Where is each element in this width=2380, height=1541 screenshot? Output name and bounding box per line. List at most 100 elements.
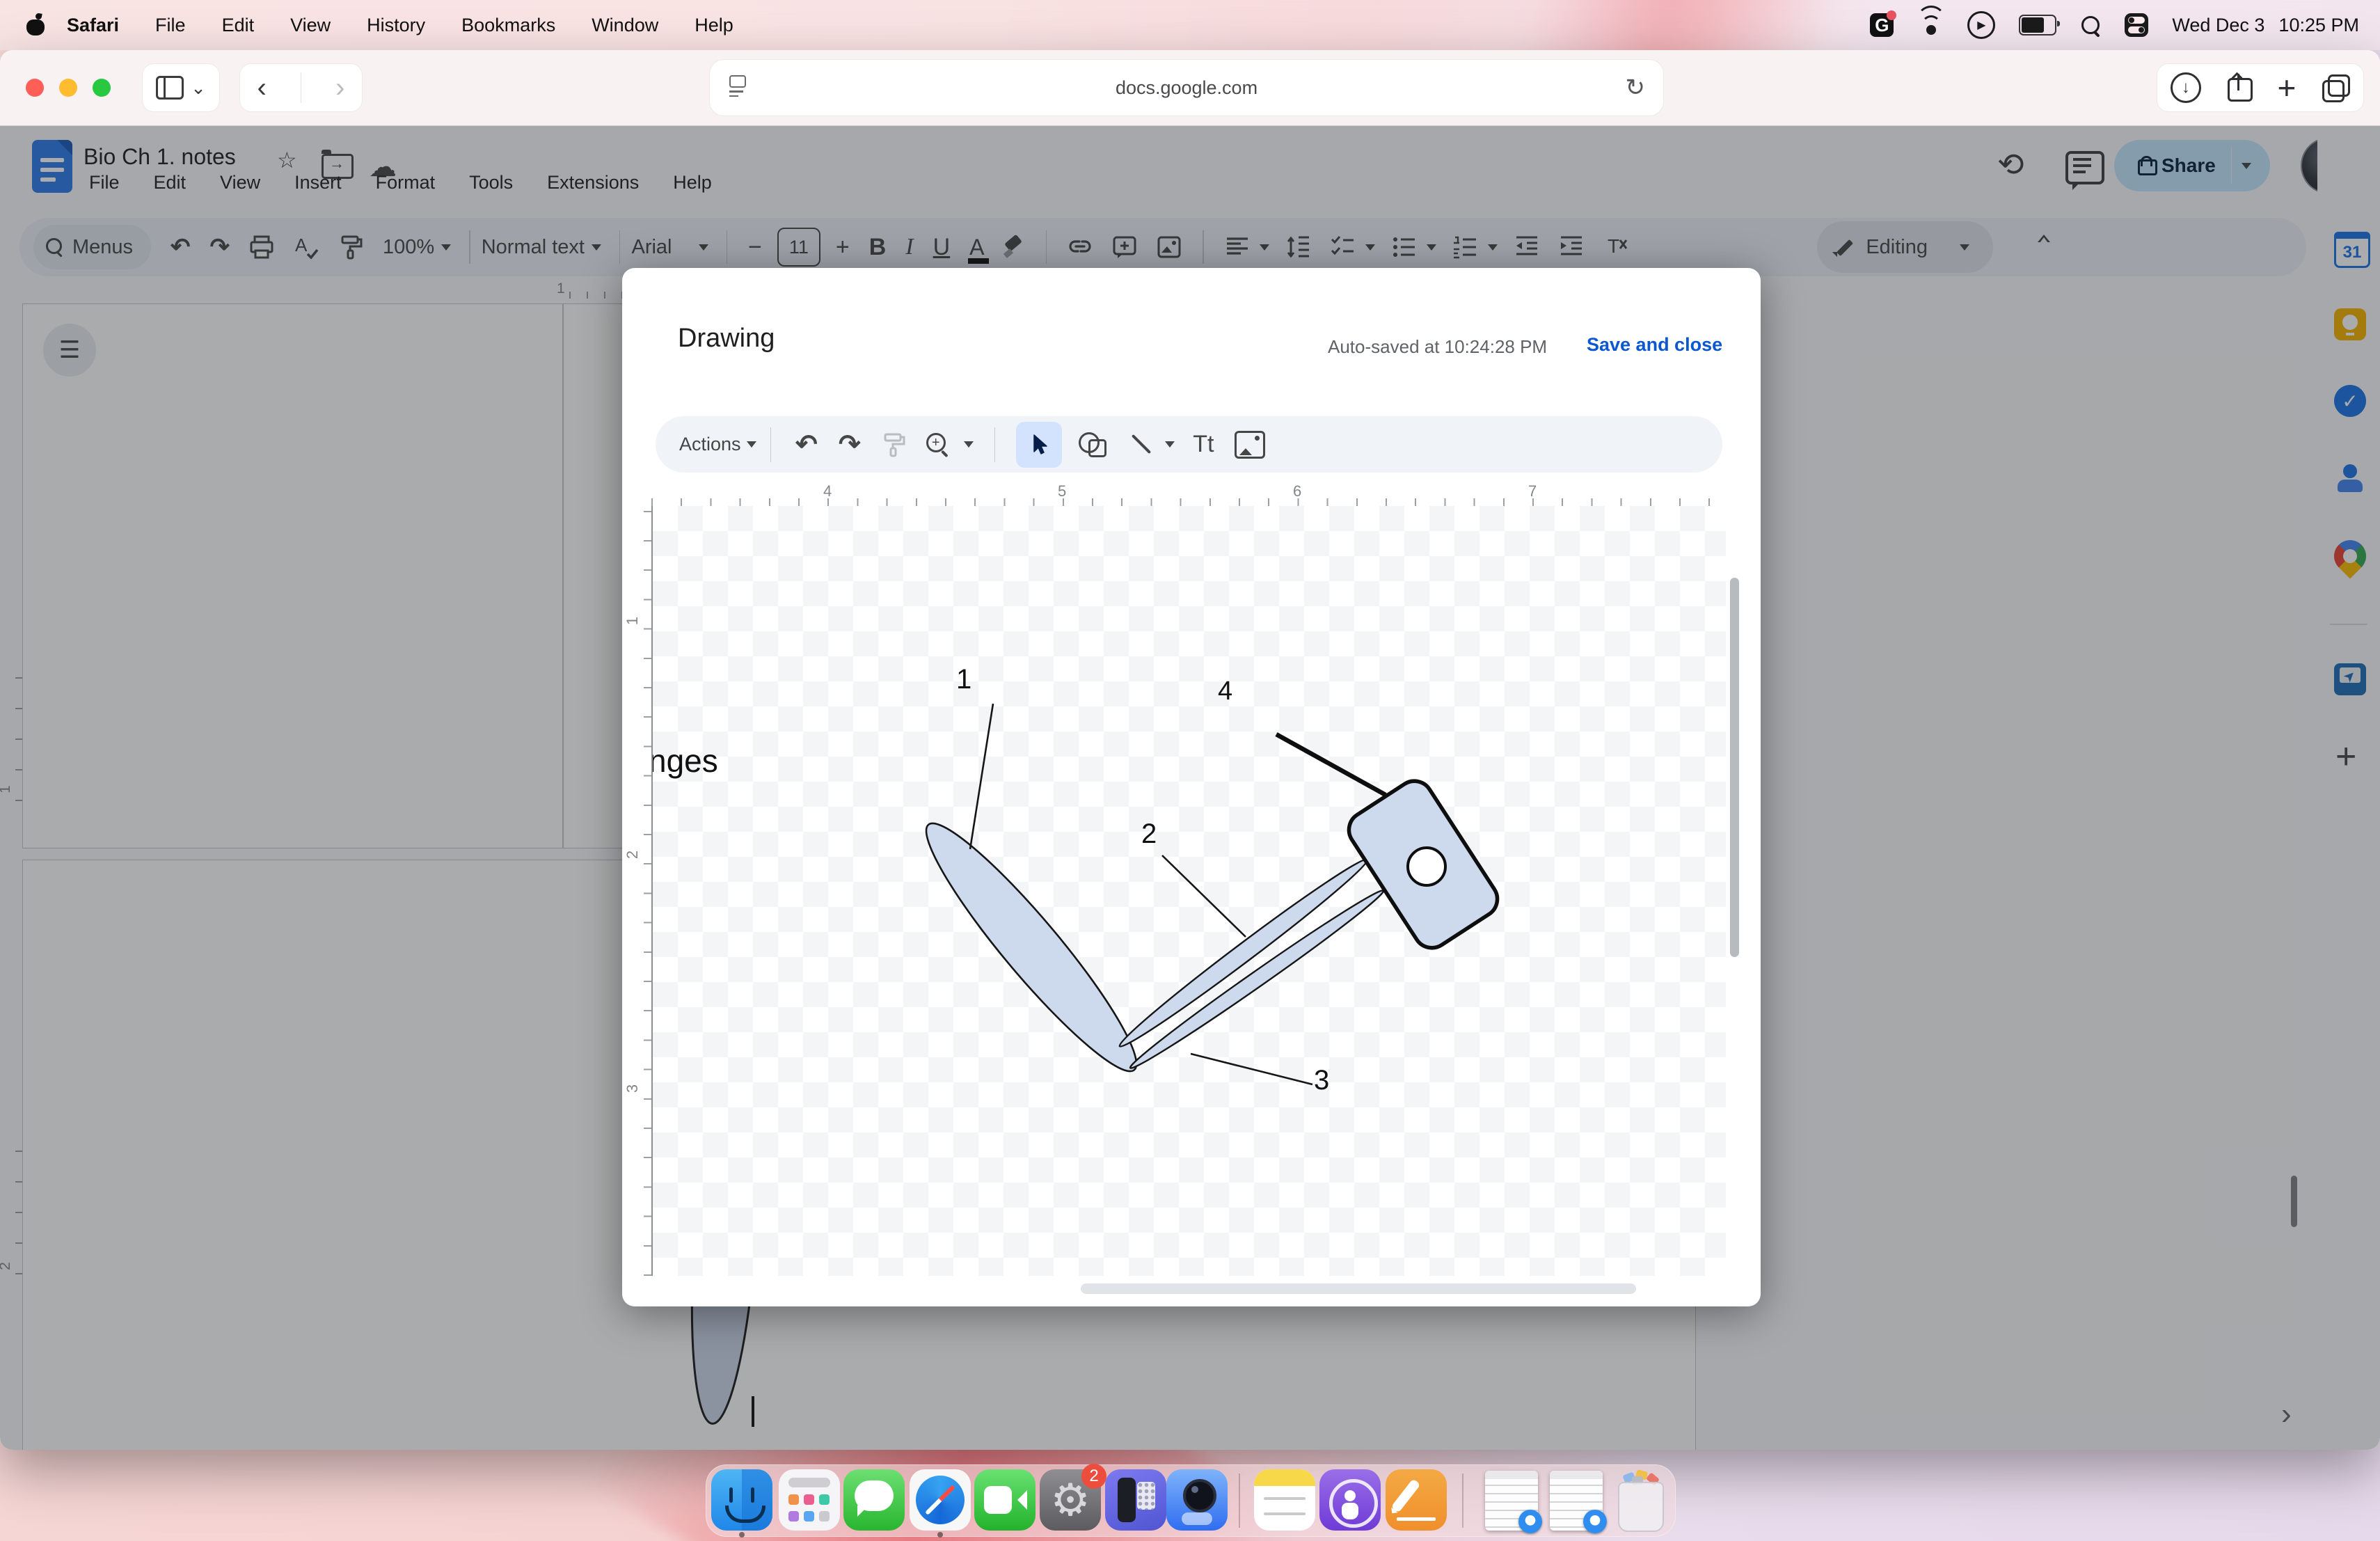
new-tab-icon[interactable]: + [2277, 69, 2296, 106]
menubar-edit[interactable]: Edit [222, 15, 255, 36]
actions-menu[interactable]: Actions [679, 434, 756, 455]
star-icon[interactable]: ☆ [277, 147, 297, 173]
print-icon[interactable] [248, 233, 276, 261]
line-caret-icon[interactable] [1165, 441, 1175, 448]
clipped-text-element[interactable]: nges [653, 743, 718, 779]
reader-icon[interactable] [729, 75, 747, 99]
apple-icon[interactable] [26, 15, 45, 35]
zoom-caret-icon[interactable] [441, 244, 451, 251]
zoom-select[interactable]: 100% [383, 236, 434, 259]
menubar-app-name[interactable]: Safari [67, 15, 119, 36]
editing-mode-select[interactable]: Editing [1817, 221, 1993, 273]
zoom-caret-icon[interactable] [964, 441, 974, 448]
menubar-file[interactable]: File [155, 15, 186, 36]
collapse-toolbar-icon[interactable] [2038, 235, 2050, 242]
leader-line-3[interactable] [1191, 1054, 1312, 1084]
undo-icon[interactable]: ↶ [795, 432, 818, 458]
highlight-button[interactable] [1004, 237, 1025, 258]
photo-booth-dock-icon[interactable] [1166, 1469, 1228, 1531]
spellcheck-icon[interactable]: A [292, 233, 320, 261]
share-page-icon[interactable] [2228, 74, 2251, 102]
docs-menu-format[interactable]: Format [376, 172, 436, 193]
font-size-decrease[interactable]: − [748, 235, 762, 259]
finder-dock-icon[interactable] [711, 1469, 772, 1531]
text-tool-button[interactable]: Tt [1193, 431, 1214, 458]
pages-dock-icon[interactable] [1386, 1469, 1447, 1531]
redo-icon[interactable]: ↷ [210, 235, 230, 259]
style-caret-icon[interactable] [592, 244, 601, 251]
paint-format-icon[interactable] [337, 233, 365, 261]
docs-logo-icon[interactable] [32, 140, 72, 193]
line-tool-icon[interactable] [1127, 432, 1154, 458]
zoom-tool-icon[interactable]: + [926, 433, 950, 457]
control-center-icon[interactable] [2125, 13, 2148, 37]
numbered-caret-icon[interactable] [1488, 244, 1498, 251]
forward-button[interactable]: › [335, 74, 344, 102]
decrease-indent-icon[interactable] [1513, 233, 1541, 261]
tab-overview-icon[interactable] [2322, 74, 2350, 101]
back-button[interactable]: ‹ [257, 74, 266, 102]
insert-image-icon[interactable] [1155, 233, 1183, 261]
align-caret-icon[interactable] [1260, 244, 1269, 251]
thin-ellipse-shape[interactable] [1114, 852, 1373, 1053]
menubar-history[interactable]: History [367, 15, 425, 36]
italic-button[interactable]: I [905, 235, 913, 259]
podcasts-dock-icon[interactable] [1319, 1469, 1381, 1531]
insert-link-icon[interactable] [1066, 233, 1094, 261]
insert-image-icon[interactable] [1235, 431, 1265, 459]
leader-line-4[interactable] [1276, 734, 1386, 795]
checklist-icon[interactable] [1329, 233, 1357, 261]
menubar-time[interactable]: 10:25 PM [2278, 15, 2359, 36]
line-spacing-icon[interactable] [1285, 233, 1312, 261]
checklist-caret-icon[interactable] [1365, 244, 1375, 251]
drawing-canvas[interactable]: nges 1 2 3 4 [651, 506, 1726, 1276]
label-3[interactable]: 3 [1314, 1065, 1329, 1096]
docs-menu-extensions[interactable]: Extensions [547, 172, 639, 193]
leader-line-1[interactable] [970, 704, 993, 849]
tv-remote-dock-icon[interactable] [1105, 1469, 1166, 1531]
wifi-icon[interactable] [1919, 15, 1944, 35]
circle-shape[interactable] [1408, 848, 1445, 885]
leader-line-2[interactable] [1162, 855, 1246, 937]
text-color-button[interactable]: A [969, 236, 984, 258]
clear-formatting-icon[interactable]: T [1602, 233, 1630, 261]
thin-ellipse-shape[interactable] [1126, 885, 1388, 1075]
spotlight-icon[interactable] [2080, 15, 2101, 35]
docs-menu-insert[interactable]: Insert [294, 172, 342, 193]
bulleted-caret-icon[interactable] [1427, 244, 1436, 251]
docs-menu-edit[interactable]: Edit [154, 172, 187, 193]
notes-dock-icon[interactable] [1254, 1469, 1315, 1531]
menubar-help[interactable]: Help [695, 15, 733, 36]
comments-icon[interactable] [2065, 151, 2104, 184]
sidebar-toggle-button[interactable]: ⌄ [143, 64, 219, 111]
font-select[interactable]: Arial [631, 236, 672, 259]
paint-format-icon[interactable] [880, 431, 907, 459]
reload-icon[interactable]: ↻ [1626, 74, 1646, 102]
docs-menu-tools[interactable]: Tools [469, 172, 513, 193]
grammarly-icon[interactable]: G [1870, 13, 1894, 37]
doc-scrollbar-thumb[interactable] [2291, 1176, 2297, 1227]
now-playing-icon[interactable]: ▶ [1967, 11, 1995, 39]
undo-icon[interactable]: ↶ [170, 235, 191, 259]
docs-menu-help[interactable]: Help [673, 172, 712, 193]
menubar-window[interactable]: Window [592, 15, 658, 36]
address-bar[interactable]: docs.google.com ↻ [710, 60, 1663, 116]
save-and-close-button[interactable]: Save and close [1587, 334, 1722, 356]
zoom-window-button[interactable] [93, 79, 111, 97]
canvas-horizontal-scrollbar[interactable] [1081, 1283, 1636, 1294]
select-tool-button[interactable] [1016, 422, 1062, 468]
redo-icon[interactable]: ↷ [839, 432, 861, 458]
menubar-date[interactable]: Wed Dec 3 [2172, 15, 2264, 36]
bold-button[interactable]: B [869, 235, 887, 259]
document-outline-button[interactable]: ☰ [43, 324, 96, 377]
menus-search-button[interactable]: Menus [33, 225, 151, 269]
font-caret-icon[interactable] [699, 244, 708, 251]
docs-menu-file[interactable]: File [89, 172, 120, 193]
document-title[interactable]: Bio Ch 1. notes [84, 144, 236, 170]
share-button[interactable]: Share [2114, 140, 2270, 191]
contacts-icon[interactable] [2334, 461, 2366, 493]
minimized-safari-window[interactable] [1485, 1471, 1538, 1531]
calendar-icon[interactable]: 31 [2334, 232, 2370, 268]
side-panel-expand-icon[interactable]: › [2281, 1397, 2292, 1432]
keep-icon[interactable] [2334, 308, 2366, 340]
